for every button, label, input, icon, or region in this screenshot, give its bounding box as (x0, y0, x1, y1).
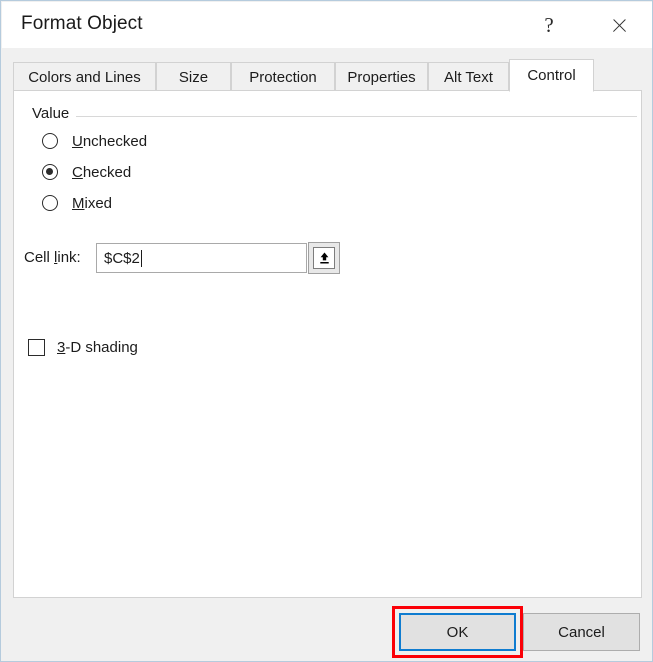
text-cursor (140, 249, 142, 267)
checkbox-label: 3-D shading (57, 339, 138, 356)
tab-colors-and-lines[interactable]: Colors and Lines (13, 62, 156, 91)
label-prefix: Cell (24, 249, 55, 266)
label-rest: ixed (84, 194, 113, 212)
tab-alt-text[interactable]: Alt Text (428, 62, 509, 91)
radio-label: Unchecked (72, 133, 147, 150)
tab-label: Control (527, 67, 576, 84)
close-button[interactable] (596, 2, 642, 48)
value-group-separator (32, 116, 637, 117)
tab-label: Protection (249, 68, 317, 86)
radio-circle-icon (42, 133, 58, 149)
tab-label: Colors and Lines (28, 68, 141, 86)
radio-mixed[interactable]: Mixed (42, 192, 112, 214)
help-button[interactable]: ? (526, 2, 572, 48)
checkbox-3d-shading[interactable]: 3-D shading (28, 339, 138, 356)
ok-button[interactable]: OK (399, 613, 516, 651)
cancel-button-label: Cancel (558, 623, 605, 641)
radio-label: Checked (72, 164, 131, 181)
cell-link-label: Cell link: (24, 249, 81, 266)
tab-size[interactable]: Size (156, 62, 231, 91)
close-icon (611, 17, 628, 34)
title-bar: Format Object ? (2, 2, 652, 48)
radio-unchecked[interactable]: Unchecked (42, 130, 147, 152)
tab-control[interactable]: Control (509, 59, 594, 92)
accelerator-letter: U (72, 132, 83, 150)
question-mark-icon: ? (544, 12, 554, 37)
value-group-label: Value (32, 105, 77, 122)
cell-link-value: $C$2 (104, 249, 140, 267)
control-tab-panel: Value Unchecked Checked Mixed Cell link:… (13, 90, 642, 598)
label-rest: hecked (82, 163, 132, 181)
radio-circle-selected-icon (42, 164, 58, 180)
dialog-title: Format Object (21, 13, 143, 34)
radio-label: Mixed (72, 195, 112, 212)
tab-label: Alt Text (444, 68, 493, 86)
radio-checked[interactable]: Checked (42, 161, 131, 183)
accelerator-letter: C (72, 163, 83, 181)
tab-label: Size (178, 68, 209, 86)
label-rest: nchecked (82, 132, 148, 150)
radio-circle-icon (42, 195, 58, 211)
collapse-dialog-up-arrow-icon (313, 247, 335, 269)
checkbox-square-icon (28, 339, 45, 356)
accelerator-letter: M (72, 194, 85, 212)
ok-button-label: OK (446, 623, 469, 641)
label-rest: -D shading (65, 339, 138, 356)
tab-label: Properties (347, 68, 416, 86)
cancel-button[interactable]: Cancel (523, 613, 640, 651)
range-selector-button[interactable] (308, 242, 340, 274)
format-object-dialog: Format Object ? Colors and Lines Size Pr… (0, 0, 653, 662)
label-rest: ink: (57, 249, 81, 266)
cell-link-input[interactable]: $C$2 (96, 243, 307, 273)
tab-properties[interactable]: Properties (335, 62, 428, 91)
tab-strip: Colors and Lines Size Protection Propert… (13, 59, 643, 92)
tab-protection[interactable]: Protection (231, 62, 335, 91)
